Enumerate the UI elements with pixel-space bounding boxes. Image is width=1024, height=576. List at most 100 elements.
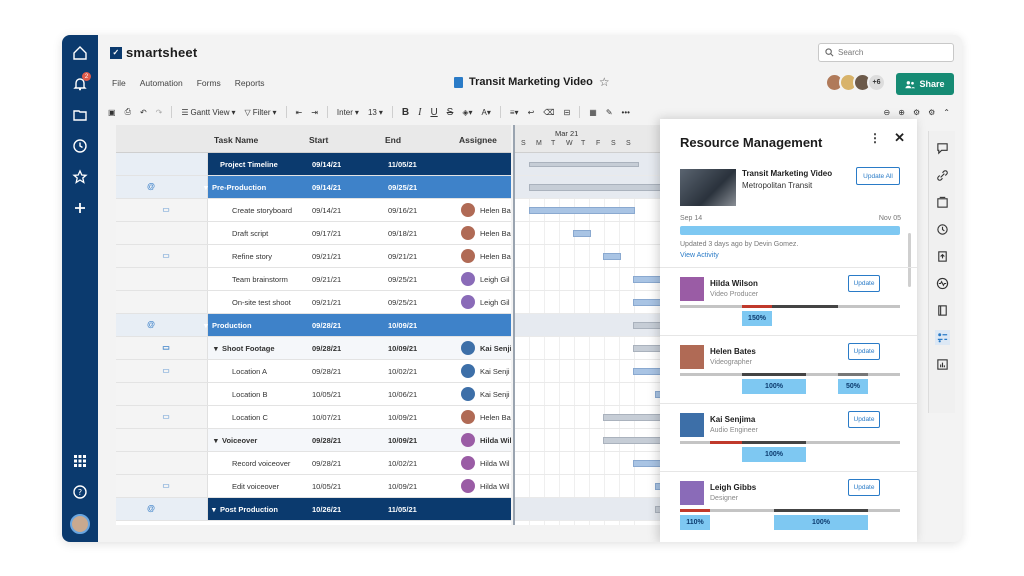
- favorite-star-icon[interactable]: ☆: [599, 75, 610, 89]
- table-row[interactable]: ▭ Location A 09/28/21 10/02/21 Kai Senji: [116, 360, 511, 383]
- home-icon[interactable]: [68, 41, 92, 65]
- font-size-select[interactable]: 13 ▾: [368, 108, 383, 117]
- timeline-settings-icon[interactable]: ⚙: [913, 108, 920, 117]
- end-date-cell[interactable]: 09/25/21: [388, 275, 417, 284]
- table-row[interactable]: @ ▾ Production 09/28/21 10/09/21: [116, 314, 511, 337]
- redo-icon[interactable]: ↷: [156, 108, 163, 117]
- task-name-cell[interactable]: Post Production: [220, 505, 278, 514]
- attachments-link-icon[interactable]: [935, 168, 950, 183]
- start-date-cell[interactable]: 09/14/21: [312, 183, 341, 192]
- table-row[interactable]: ▭ Location C 10/07/21 10/09/21 Helen Ba: [116, 406, 511, 429]
- comment-icon[interactable]: ▭: [161, 204, 171, 214]
- view-activity-link[interactable]: View Activity: [680, 252, 719, 259]
- assignee-cell[interactable]: Kai Senji: [480, 367, 510, 376]
- task-name-cell[interactable]: Refine story: [232, 252, 272, 261]
- filter-button[interactable]: ▽ Filter ▾: [245, 108, 277, 117]
- table-row[interactable]: ▭ Edit voiceover 10/05/21 10/09/21 Hilda Wil: [116, 475, 511, 498]
- assignee-cell[interactable]: Kai Senji: [480, 390, 510, 399]
- comment-icon[interactable]: ▭: [161, 250, 171, 260]
- highlight-icon[interactable]: ✎: [606, 108, 613, 117]
- start-date-cell[interactable]: 10/05/21: [312, 390, 341, 399]
- assignee-cell[interactable]: Helen Ba: [480, 206, 511, 215]
- allocation-pill[interactable]: 150%: [742, 311, 772, 326]
- allocation-pill[interactable]: 100%: [742, 379, 806, 394]
- start-date-cell[interactable]: 10/26/21: [312, 505, 341, 514]
- row-attachments-cell[interactable]: [116, 452, 208, 474]
- start-date-cell[interactable]: 09/28/21: [312, 321, 341, 330]
- start-date-cell[interactable]: 09/28/21: [312, 367, 341, 376]
- settings-gear-icon[interactable]: ⚙: [928, 108, 935, 117]
- start-date-cell[interactable]: 09/28/21: [312, 459, 341, 468]
- task-name-cell[interactable]: On-site test shoot: [232, 298, 291, 307]
- allocation-pill[interactable]: 50%: [838, 379, 868, 394]
- resource-management-icon[interactable]: [935, 330, 950, 345]
- underline-button[interactable]: U: [430, 107, 437, 118]
- task-name-cell[interactable]: Project Timeline: [220, 160, 278, 169]
- start-date-cell[interactable]: 09/14/21: [312, 160, 341, 169]
- collapse-chevron-icon[interactable]: ▾: [212, 505, 216, 514]
- start-date-cell[interactable]: 10/05/21: [312, 482, 341, 491]
- save-icon[interactable]: ▣: [108, 108, 116, 117]
- help-icon[interactable]: ?: [68, 480, 92, 504]
- menu-reports[interactable]: Reports: [235, 78, 265, 88]
- start-date-cell[interactable]: 09/28/21: [312, 344, 341, 353]
- row-attachments-cell[interactable]: [116, 153, 208, 175]
- end-date-cell[interactable]: 10/06/21: [388, 390, 417, 399]
- italic-button[interactable]: I: [418, 107, 421, 118]
- assignee-cell[interactable]: Helen Ba: [480, 413, 511, 422]
- update-button[interactable]: Update: [848, 275, 880, 292]
- end-date-cell[interactable]: 09/21/21: [388, 252, 417, 261]
- end-date-cell[interactable]: 09/18/21: [388, 229, 417, 238]
- task-name-cell[interactable]: Pre-Production: [212, 183, 266, 192]
- summary-pulse-icon[interactable]: [935, 276, 950, 291]
- assignee-cell[interactable]: Helen Ba: [480, 252, 511, 261]
- start-date-cell[interactable]: 09/17/21: [312, 229, 341, 238]
- recents-clock-icon[interactable]: [68, 134, 92, 158]
- gantt-task-bar[interactable]: [633, 299, 663, 306]
- end-date-cell[interactable]: 10/09/21: [388, 413, 417, 422]
- row-attachments-cell[interactable]: [116, 383, 208, 405]
- font-family-select[interactable]: Inter ▾: [337, 108, 359, 117]
- allocation-pill[interactable]: 100%: [742, 447, 806, 462]
- folder-icon[interactable]: [68, 103, 92, 127]
- outdent-icon[interactable]: ⇤: [296, 108, 303, 117]
- undo-icon[interactable]: ↶: [140, 108, 147, 117]
- close-icon[interactable]: ✕: [894, 130, 905, 146]
- row-attachments-cell[interactable]: [116, 268, 208, 290]
- task-name-cell[interactable]: Location C: [232, 413, 268, 422]
- bold-button[interactable]: B: [402, 107, 409, 118]
- task-name-cell[interactable]: Location B: [232, 390, 267, 399]
- end-date-cell[interactable]: 11/05/21: [388, 160, 417, 169]
- notifications-icon[interactable]: 2: [68, 72, 92, 96]
- comment-icon[interactable]: ▭: [161, 365, 171, 375]
- more-options-icon[interactable]: •••: [622, 108, 630, 117]
- mention-icon[interactable]: @: [146, 181, 156, 191]
- share-button[interactable]: Share: [896, 73, 954, 95]
- print-icon[interactable]: ⎙: [125, 107, 131, 117]
- align-icon[interactable]: ≡▾: [510, 108, 519, 117]
- table-row[interactable]: On-site test shoot 09/21/21 09/25/21 Leigh …: [116, 291, 511, 314]
- gantt-task-bar[interactable]: [529, 162, 639, 167]
- end-date-cell[interactable]: 09/25/21: [388, 183, 417, 192]
- table-row[interactable]: ▭ Refine story 09/21/21 09/21/21 Helen Ba: [116, 245, 511, 268]
- mention-icon[interactable]: @: [146, 503, 156, 513]
- start-date-cell[interactable]: 09/21/21: [312, 298, 341, 307]
- fill-color-icon[interactable]: ◈▾: [462, 108, 472, 117]
- table-row[interactable]: @ ▾ Pre-Production 09/14/21 09/25/21: [116, 176, 511, 199]
- task-name-cell[interactable]: Shoot Footage: [222, 344, 275, 353]
- assignee-cell[interactable]: Helen Ba: [480, 229, 511, 238]
- task-name-cell[interactable]: Create storyboard: [232, 206, 292, 215]
- assignee-cell[interactable]: Kai Senji: [480, 344, 511, 353]
- update-button[interactable]: Update: [848, 479, 880, 496]
- task-name-cell[interactable]: Edit voiceover: [232, 482, 279, 491]
- zoom-in-icon[interactable]: ⊕: [898, 108, 905, 117]
- assignee-cell[interactable]: Hilda Wil: [480, 436, 511, 445]
- table-row[interactable]: ▭ Create storyboard 09/14/21 09/16/21 Helen …: [116, 199, 511, 222]
- column-header-start[interactable]: Start: [309, 135, 328, 145]
- clear-format-icon[interactable]: ⌫: [543, 108, 554, 117]
- comments-icon[interactable]: [935, 141, 950, 156]
- comment-icon[interactable]: ▭: [161, 342, 171, 352]
- start-date-cell[interactable]: 09/21/21: [312, 275, 341, 284]
- end-date-cell[interactable]: 10/02/21: [388, 367, 417, 376]
- comment-icon[interactable]: ▭: [161, 480, 171, 490]
